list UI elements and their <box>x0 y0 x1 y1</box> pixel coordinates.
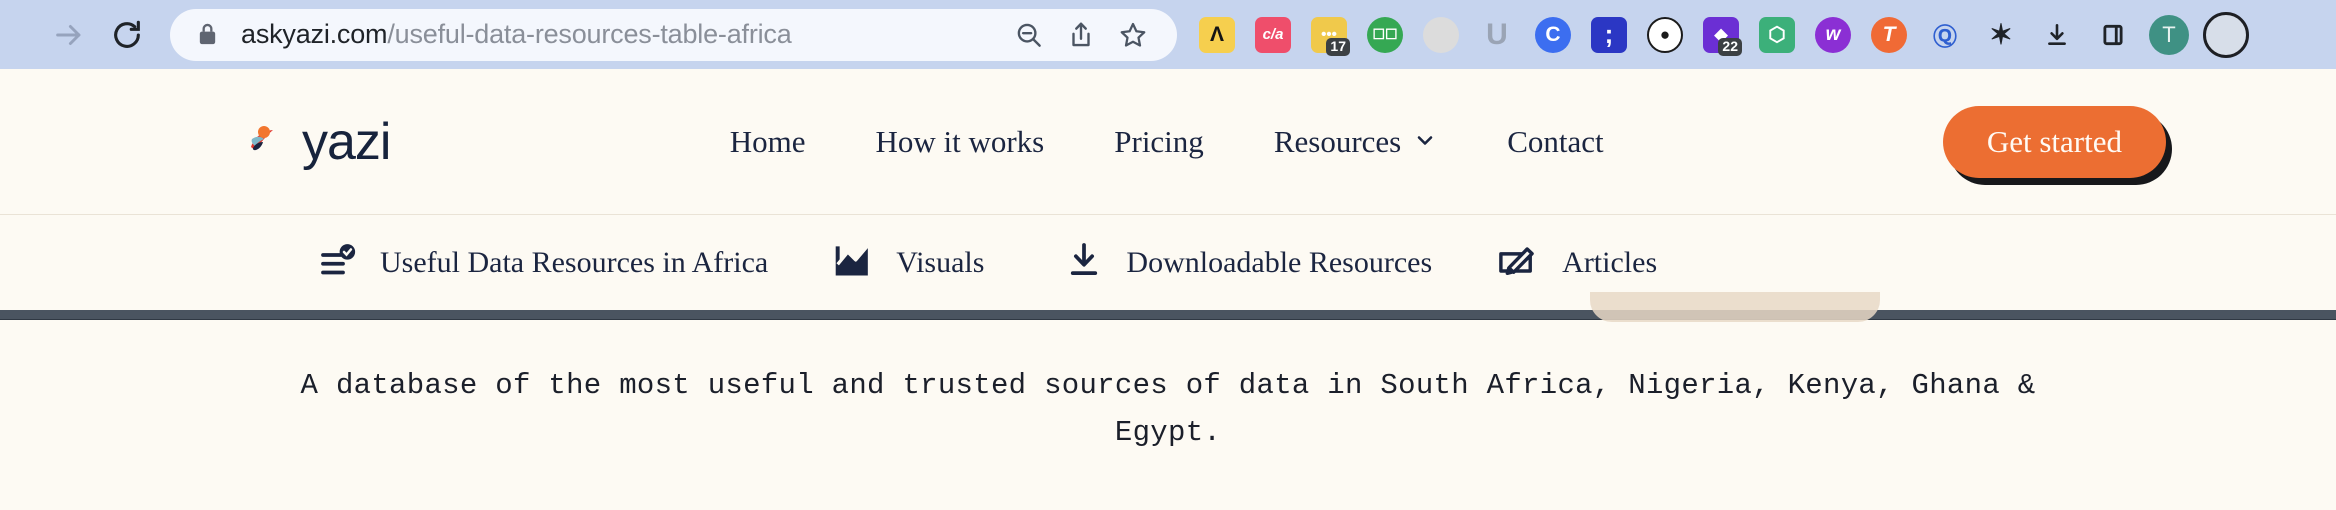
nav-link-resources[interactable]: Resources <box>1239 124 1472 160</box>
site-logo[interactable]: yazi <box>240 112 390 172</box>
tagline-line-2: Egypt. <box>0 410 2336 457</box>
url-path: /useful-data-resources-table-africa <box>387 19 791 49</box>
cta-wrapper: Get started <box>1943 106 2166 178</box>
extensions-strip: Λ c/a •••17 ☐☐ U C ; ● ◆22 ⬡ w T Ⓠ ✶ T <box>1177 9 2330 61</box>
sub-nav-item-articles[interactable]: Articles <box>1496 240 1657 285</box>
brand-name: yazi <box>302 112 390 172</box>
ext-tine-icon: Ⓠ <box>1927 17 1963 53</box>
lock-icon <box>196 21 219 48</box>
page-content: yazi Home How it works Pricing Resources… <box>0 69 2336 457</box>
extension-button-8[interactable]: ● <box>1637 9 1693 61</box>
nav-label: How it works <box>875 124 1044 160</box>
forward-button[interactable] <box>40 6 98 64</box>
share-icon[interactable] <box>1055 9 1107 61</box>
ext-t-icon: T <box>1871 17 1907 53</box>
ext-smile-icon: ● <box>1647 17 1683 53</box>
extension-button-1[interactable]: c/a <box>1245 9 1301 61</box>
nav-link-how-it-works[interactable]: How it works <box>840 124 1079 160</box>
extension-badge-count-2: 22 <box>1718 38 1742 55</box>
nav-link-contact[interactable]: Contact <box>1472 124 1638 160</box>
main-navigation: Home How it works Pricing Resources Cont… <box>390 124 1942 160</box>
ext-u-icon: U <box>1479 17 1515 53</box>
extension-button-15[interactable] <box>2029 9 2085 61</box>
section-navigation: Useful Data Resources in Africa Visuals … <box>0 215 2336 310</box>
url-text: askyazi.com/useful-data-resources-table-… <box>241 19 1003 50</box>
sub-nav-label: Downloadable Resources <box>1126 246 1432 280</box>
nav-label: Pricing <box>1114 124 1204 160</box>
extension-button-16[interactable] <box>2085 9 2141 61</box>
line-chart-icon <box>832 240 874 285</box>
page-tagline: A database of the most useful and truste… <box>0 319 2336 457</box>
extension-button-2[interactable]: •••17 <box>1301 9 1357 61</box>
ext-puzzle-icon: ✶ <box>1983 17 2019 53</box>
browser-toolbar: askyazi.com/useful-data-resources-table-… <box>0 0 2336 69</box>
sub-nav-item-useful-data-resources[interactable]: Useful Data Resources in Africa <box>318 240 768 285</box>
arrow-right-icon <box>52 18 86 52</box>
extension-button-11[interactable]: w <box>1805 9 1861 61</box>
zoom-out-icon[interactable] <box>1003 9 1055 61</box>
ext-hex-icon: ⬡ <box>1759 17 1795 53</box>
tagline-line-1: A database of the most useful and truste… <box>301 369 2036 402</box>
extension-button-5[interactable]: U <box>1469 9 1525 61</box>
sub-nav-label: Useful Data Resources in Africa <box>380 246 768 280</box>
bookmark-star-icon[interactable] <box>1107 9 1159 61</box>
ext-ghost-icon <box>1423 17 1459 53</box>
ext-download-icon <box>2039 17 2075 53</box>
sub-nav-item-visuals[interactable]: Visuals <box>832 240 984 285</box>
ext-claap-icon: c/a <box>1255 17 1291 53</box>
nav-link-pricing[interactable]: Pricing <box>1079 124 1239 160</box>
extension-button-14[interactable]: ✶ <box>1973 9 2029 61</box>
site-header: yazi Home How it works Pricing Resources… <box>0 69 2336 215</box>
partially-hidden-button[interactable] <box>1590 292 1880 322</box>
extension-button-4[interactable] <box>1413 9 1469 61</box>
ext-semicolon-icon: ; <box>1591 17 1627 53</box>
reload-button[interactable] <box>98 6 156 64</box>
ext-arc-icon: Λ <box>1199 17 1235 53</box>
extension-button-3[interactable]: ☐☐ <box>1357 9 1413 61</box>
extension-button-6[interactable]: C <box>1525 9 1581 61</box>
sub-nav-item-downloadable-resources[interactable]: Downloadable Resources <box>1064 240 1432 285</box>
reload-icon <box>110 18 144 52</box>
chevron-down-icon <box>1413 124 1437 160</box>
nav-label: Resources <box>1274 124 1401 160</box>
yazi-mark-icon <box>240 115 288 168</box>
extension-button-10[interactable]: ⬡ <box>1749 9 1805 61</box>
sub-nav-label: Visuals <box>896 246 984 280</box>
ext-robot-icon: ☐☐ <box>1367 17 1403 53</box>
sub-nav-label: Articles <box>1562 246 1657 280</box>
address-bar[interactable]: askyazi.com/useful-data-resources-table-… <box>170 9 1177 61</box>
get-started-button[interactable]: Get started <box>1943 106 2166 178</box>
extension-button-12[interactable]: T <box>1861 9 1917 61</box>
ext-c-icon: C <box>1535 17 1571 53</box>
ext-diamond-icon: ◆22 <box>1703 17 1739 53</box>
extension-badge-count: 17 <box>1326 38 1350 55</box>
nav-label: Home <box>730 124 806 160</box>
download-icon <box>1064 240 1104 285</box>
extension-button-7[interactable]: ; <box>1581 9 1637 61</box>
ext-w-icon: w <box>1815 17 1851 53</box>
profile-avatar-button[interactable]: T <box>2141 9 2197 61</box>
checklist-icon <box>318 240 358 285</box>
extension-button-13[interactable]: Ⓠ <box>1917 9 1973 61</box>
extension-button-9[interactable]: ◆22 <box>1693 9 1749 61</box>
sticky-header-divider <box>0 310 2336 319</box>
extension-button-0[interactable]: Λ <box>1189 9 1245 61</box>
avatar: T <box>2149 15 2189 55</box>
url-domain: askyazi.com <box>241 19 387 49</box>
ext-notes-icon: •••17 <box>1311 17 1347 53</box>
nav-link-home[interactable]: Home <box>695 124 841 160</box>
edit-box-icon <box>1496 240 1540 285</box>
ext-sidepanel-icon <box>2095 17 2131 53</box>
nav-label: Contact <box>1507 124 1603 160</box>
secondary-profile-avatar[interactable] <box>2203 12 2249 58</box>
